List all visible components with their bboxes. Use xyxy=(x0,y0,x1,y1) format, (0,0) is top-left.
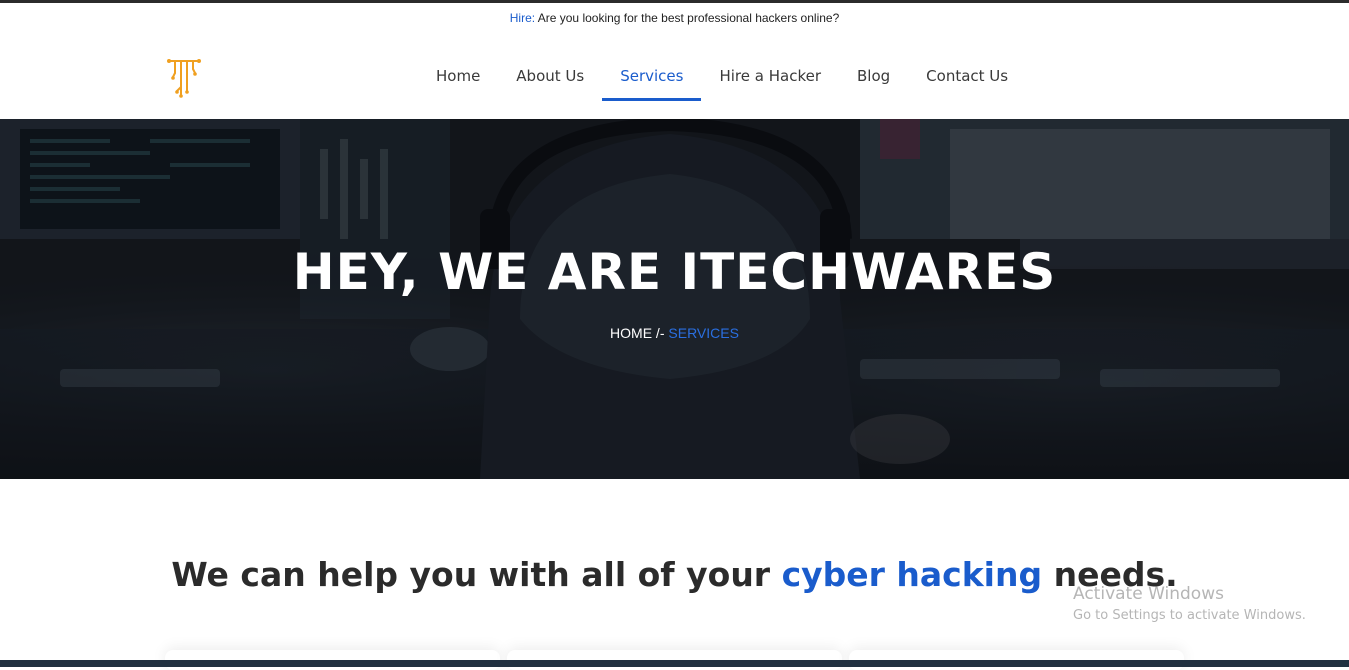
watermark-subtitle: Go to Settings to activate Windows. xyxy=(1073,608,1306,623)
main-nav: Home About Us Services Hire a Hacker Blo… xyxy=(418,53,1026,101)
services-heading-start: We can help you with all of your xyxy=(171,555,782,594)
nav-blog[interactable]: Blog xyxy=(839,53,908,99)
breadcrumb-separator: /- xyxy=(652,325,669,341)
services-heading-accent: cyber hacking xyxy=(781,555,1043,594)
announcement-label: Hire: xyxy=(509,11,536,25)
nav-home[interactable]: Home xyxy=(418,53,498,99)
os-taskbar xyxy=(0,660,1349,667)
nav-hire-a-hacker[interactable]: Hire a Hacker xyxy=(701,53,839,99)
activate-windows-watermark: Activate Windows Go to Settings to activ… xyxy=(1073,584,1306,623)
hero-title: HEY, WE ARE ITECHWARES xyxy=(292,243,1057,301)
nav-services[interactable]: Services xyxy=(602,53,702,101)
nav-about-us[interactable]: About Us xyxy=(498,53,602,99)
watermark-title: Activate Windows xyxy=(1073,584,1224,604)
site-header: Home About Us Services Hire a Hacker Blo… xyxy=(0,33,1349,119)
announcement-text: Are you looking for the best professiona… xyxy=(535,11,840,25)
circuit-t-logo-icon[interactable] xyxy=(160,55,208,103)
breadcrumb-current: SERVICES xyxy=(668,325,739,341)
nav-contact-us[interactable]: Contact Us xyxy=(908,53,1026,99)
hero-banner: HEY, WE ARE ITECHWARES HOME /- SERVICES xyxy=(0,119,1349,479)
breadcrumb: HOME /- SERVICES xyxy=(0,325,1349,341)
announcement-bar: Hire: Are you looking for the best profe… xyxy=(0,3,1349,33)
breadcrumb-home[interactable]: HOME xyxy=(610,325,652,341)
